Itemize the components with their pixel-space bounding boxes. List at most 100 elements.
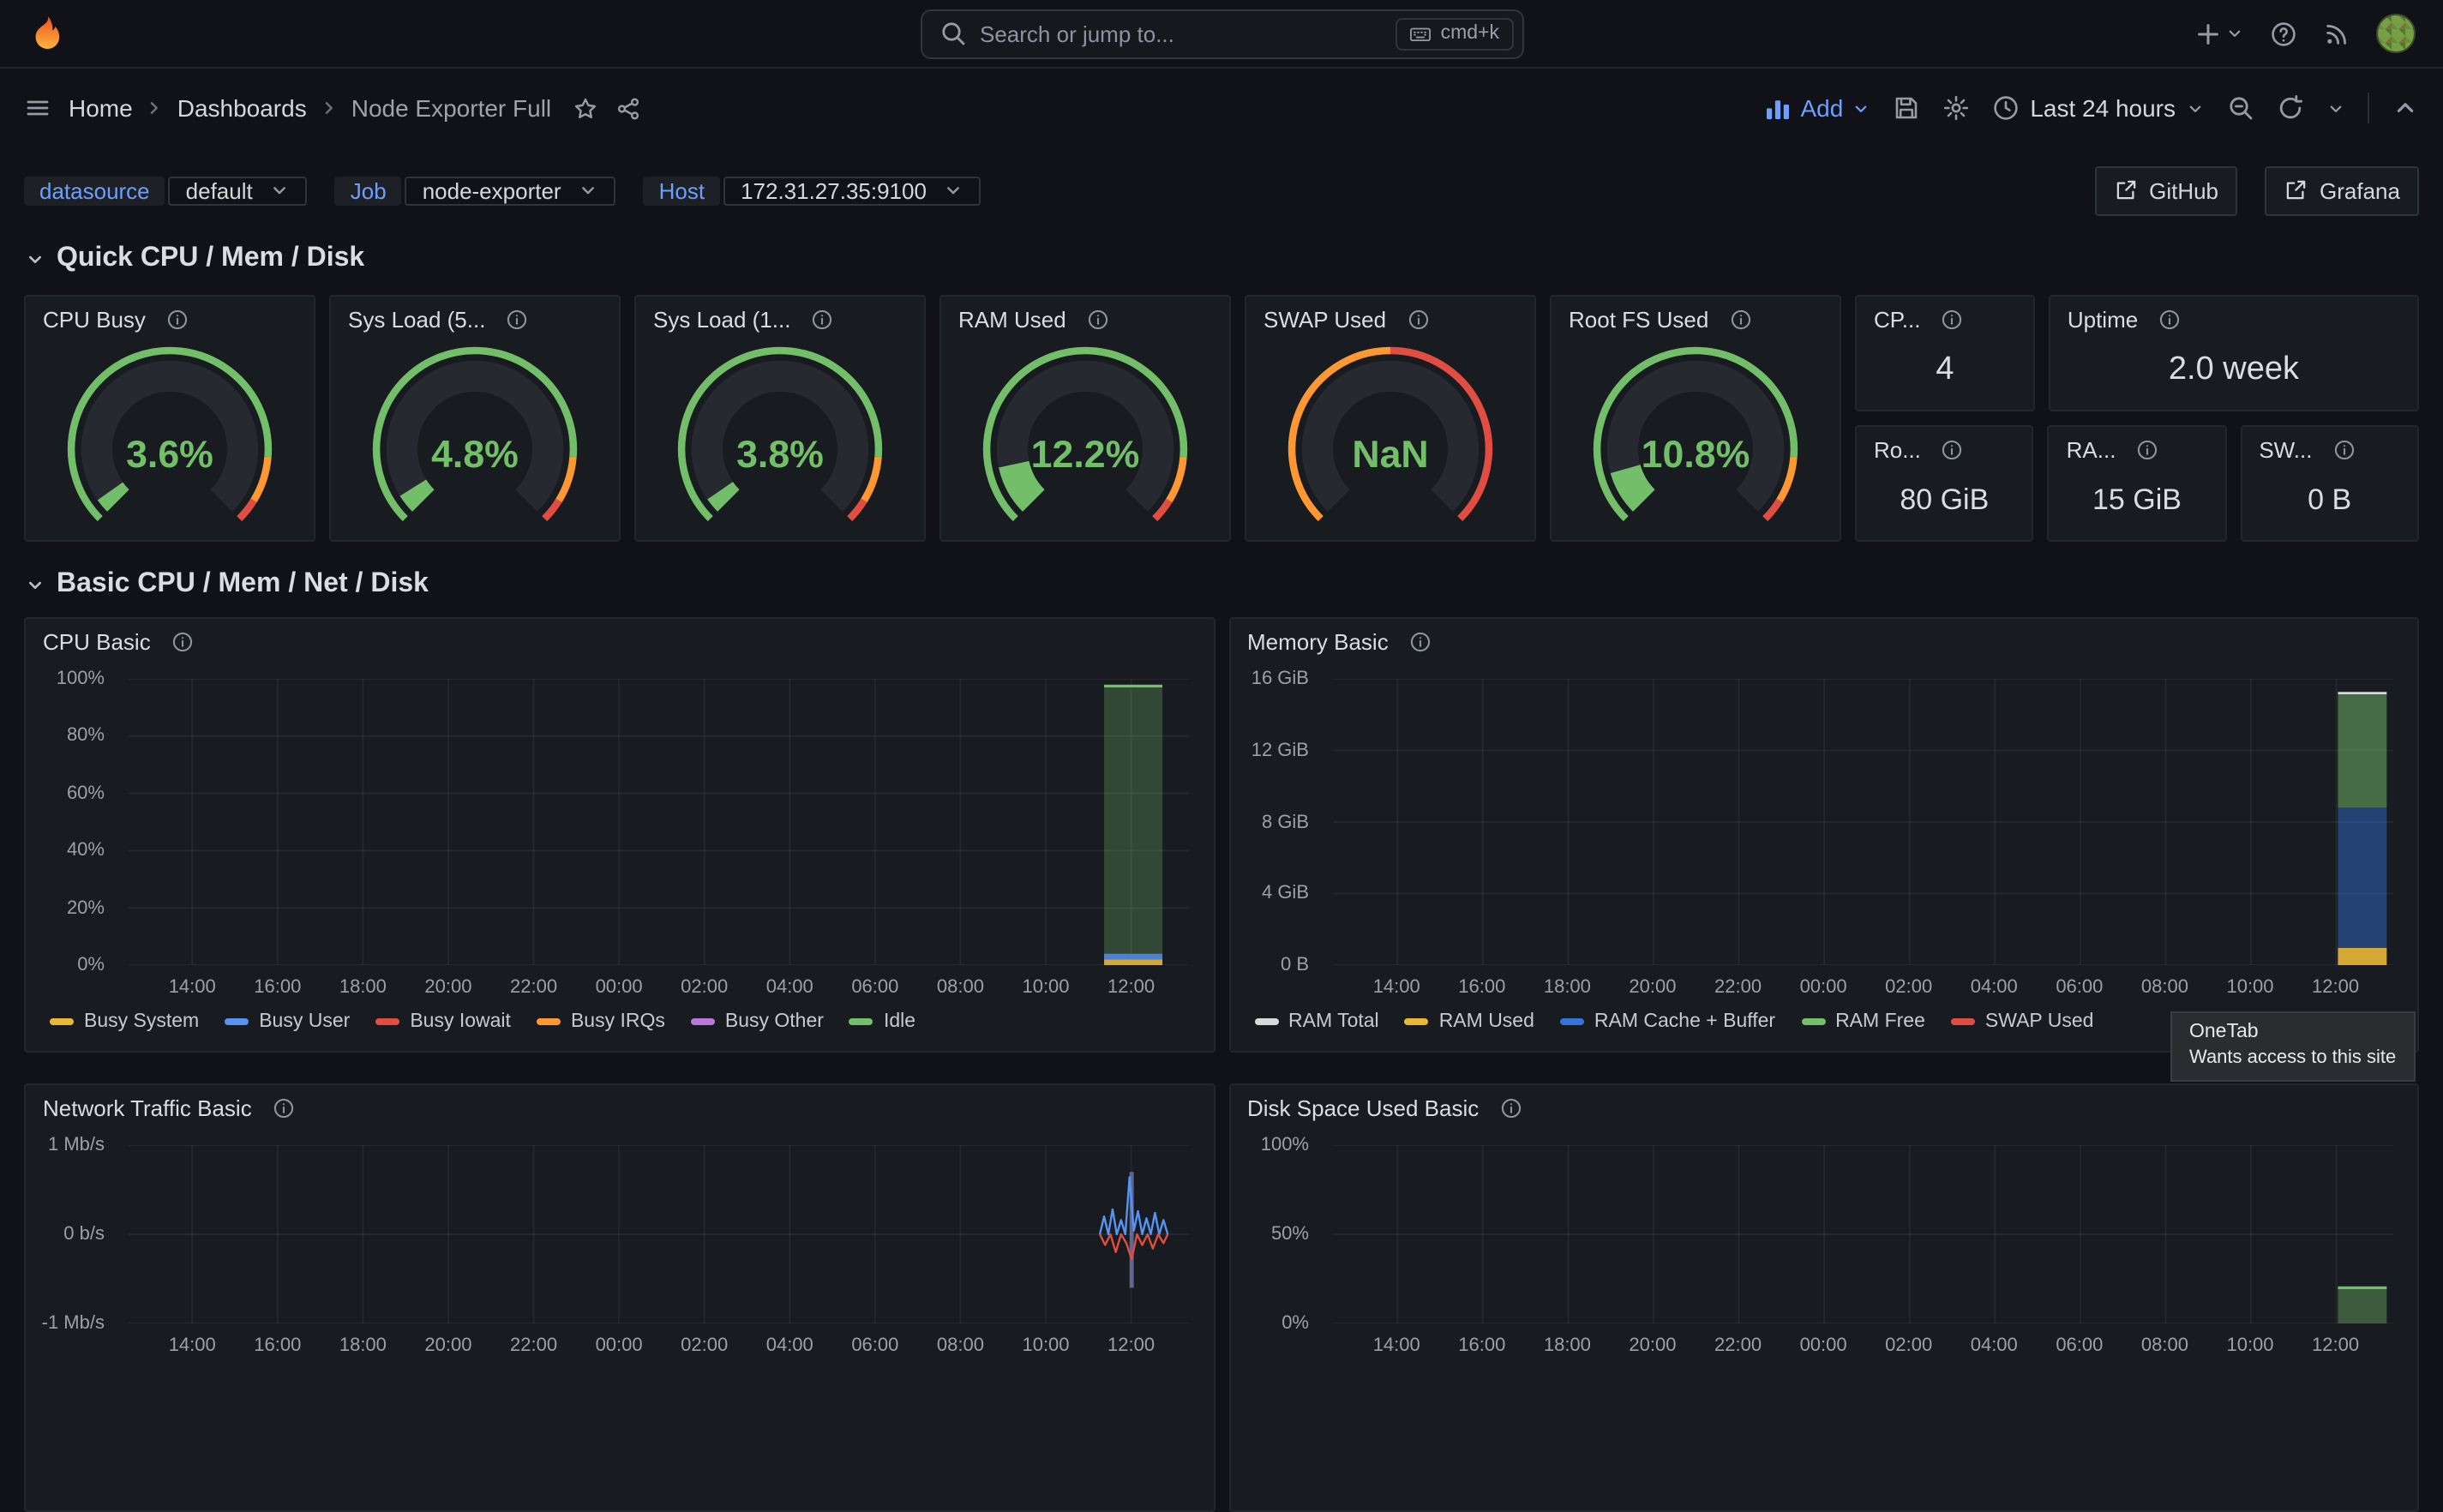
zoom-out-icon[interactable] [2227, 94, 2254, 122]
legend-item[interactable]: RAM Free [1801, 1011, 1925, 1032]
gauge-panel-3: RAM Used12.2% [939, 295, 1231, 542]
panel-title[interactable]: Memory Basic [1247, 629, 1389, 655]
panel-title[interactable]: SWAP Used [1264, 307, 1386, 333]
variable-value: default [186, 177, 253, 203]
legend-item[interactable]: Busy Other [691, 1011, 824, 1032]
x-tick-label: 16:00 [254, 977, 301, 998]
legend-item[interactable]: RAM Cache + Buffer [1560, 1011, 1775, 1032]
panel-title[interactable]: RAM Used [958, 307, 1066, 333]
x-tick-label: 14:00 [1373, 977, 1420, 998]
legend-label: RAM Free [1835, 1011, 1925, 1032]
x-tick-label: 12:00 [1107, 977, 1155, 998]
dashboard-link-grafana[interactable]: Grafana [2265, 165, 2419, 215]
variables-row: datasourcedefaultJobnode-exporterHost172… [24, 165, 2419, 216]
x-tick-label: 04:00 [766, 977, 813, 998]
panel-title[interactable]: Network Traffic Basic [43, 1095, 252, 1121]
browser-permission-bubble: OneTab Wants access to this site [2170, 1011, 2415, 1082]
panel-header: Sys Load (1... [636, 297, 924, 336]
section-basic-cpu-mem-net-disk[interactable]: Basic CPU / Mem / Net / Disk [24, 569, 2419, 600]
breadcrumb-item[interactable]: Home [69, 94, 133, 122]
hamburger-menu-icon[interactable] [24, 94, 51, 122]
new-menu-button[interactable] [2194, 20, 2244, 47]
dashboard-settings-icon[interactable] [1942, 94, 1970, 122]
panel-info-icon[interactable] [2332, 439, 2355, 461]
search-input[interactable]: Search or jump to... cmd+k [920, 9, 1523, 58]
panel-info-icon[interactable] [1407, 309, 1429, 331]
panel-title[interactable]: SW... [2259, 437, 2312, 463]
legend-item[interactable]: RAM Total [1254, 1011, 1379, 1032]
avatar[interactable] [2376, 14, 2416, 53]
x-tick-label: 22:00 [1714, 977, 1762, 998]
panel-title[interactable]: Disk Space Used Basic [1247, 1095, 1479, 1121]
panel-info-icon[interactable] [1499, 1097, 1522, 1119]
legend-marker [50, 1018, 74, 1025]
panel-title[interactable]: CP... [1874, 307, 1920, 333]
add-button[interactable]: Add [1764, 94, 1870, 122]
panel-info-icon[interactable] [1729, 309, 1751, 331]
variable-value-dropdown[interactable]: default [169, 176, 308, 205]
y-tick-label: 60% [67, 783, 105, 804]
news-rss-icon[interactable] [2323, 20, 2350, 47]
collapse-toolbar-icon[interactable] [2392, 94, 2419, 122]
panel-title[interactable]: Uptime [2068, 307, 2138, 333]
breadcrumb-item[interactable]: Dashboards [177, 94, 307, 122]
panel-header: RAM Used [941, 297, 1229, 336]
panel-title[interactable]: Root FS Used [1569, 307, 1708, 333]
stat-value: 80 GiB [1857, 466, 2032, 540]
gauge-value: 10.8% [1642, 434, 1750, 476]
legend-item[interactable]: Busy IRQs [537, 1011, 665, 1032]
x-tick-label: 12:00 [2312, 1335, 2359, 1356]
legend-item[interactable]: Busy System [50, 1011, 199, 1032]
panel-title[interactable]: CPU Busy [43, 307, 146, 333]
share-icon[interactable] [615, 95, 640, 121]
panel-info-icon[interactable] [171, 631, 194, 653]
panel-info-icon[interactable] [273, 1097, 295, 1119]
panel-disk-space-used-basic: Disk Space Used Basic 100%50%0%14:0016:0… [1228, 1083, 2419, 1512]
y-tick-label: 20% [67, 897, 105, 918]
legend-item[interactable]: Idle [849, 1011, 915, 1032]
variable-value: 172.31.27.35:9100 [741, 177, 927, 203]
section-quick-cpu-mem-disk[interactable]: Quick CPU / Mem / Disk [24, 243, 2419, 274]
panel-info-icon[interactable] [1941, 309, 1963, 331]
panel-info-icon[interactable] [2136, 439, 2158, 461]
help-icon[interactable] [2270, 20, 2297, 47]
panel-info-icon[interactable] [1087, 309, 1109, 331]
panel-title[interactable]: Sys Load (5... [348, 307, 485, 333]
panel-info-icon[interactable] [166, 309, 189, 331]
favorite-star-icon[interactable] [572, 95, 597, 121]
add-panel-icon [1764, 94, 1792, 122]
panel-info-icon[interactable] [2158, 309, 2181, 331]
legend-item[interactable]: Busy Iowait [375, 1011, 511, 1032]
y-tick-label: 12 GiB [1252, 741, 1309, 761]
panel-info-icon[interactable] [1409, 631, 1432, 653]
refresh-icon[interactable] [2277, 94, 2304, 122]
plus-icon [2194, 20, 2222, 47]
panel-info-icon[interactable] [811, 309, 833, 331]
save-dashboard-icon[interactable] [1893, 94, 1920, 122]
grafana-logo-icon[interactable] [27, 14, 67, 53]
panel-title[interactable]: CPU Basic [43, 629, 151, 655]
quick-row: CPU Busy3.6%Sys Load (5...4.8%Sys Load (… [24, 295, 2419, 542]
panel-title[interactable]: RA... [2067, 437, 2116, 463]
panel-info-icon[interactable] [1942, 439, 1964, 461]
panel-title[interactable]: Ro... [1874, 437, 1921, 463]
y-tick-label: 16 GiB [1252, 669, 1309, 689]
x-tick-label: 00:00 [1800, 977, 1847, 998]
dashboard-link-github[interactable]: GitHub [2094, 165, 2237, 215]
refresh-interval-chevron-icon[interactable] [2326, 99, 2345, 117]
legend-item[interactable]: Busy User [225, 1011, 350, 1032]
panel-memory-basic: Memory Basic 16 GiB12 GiB8 GiB4 GiB0 B14… [1228, 617, 2419, 1053]
variable-value-dropdown[interactable]: 172.31.27.35:9100 [723, 176, 981, 205]
variable-value: node-exporter [423, 177, 561, 203]
gauge-panel-2: Sys Load (1...3.8% [634, 295, 926, 542]
breadcrumb-item[interactable]: Node Exporter Full [351, 94, 551, 122]
variable-value-dropdown[interactable]: node-exporter [405, 176, 616, 205]
x-tick-label: 08:00 [937, 977, 984, 998]
dashboard-toolbar: Home Dashboards Node Exporter Full Add Las… [0, 69, 2443, 147]
legend-item[interactable]: RAM Used [1405, 1011, 1534, 1032]
legend-item[interactable]: SWAP Used [1951, 1011, 2094, 1032]
stat-value: 0 B [2242, 466, 2417, 540]
panel-info-icon[interactable] [506, 309, 528, 331]
time-range-picker[interactable]: Last 24 hours [1992, 94, 2205, 122]
panel-title[interactable]: Sys Load (1... [653, 307, 790, 333]
